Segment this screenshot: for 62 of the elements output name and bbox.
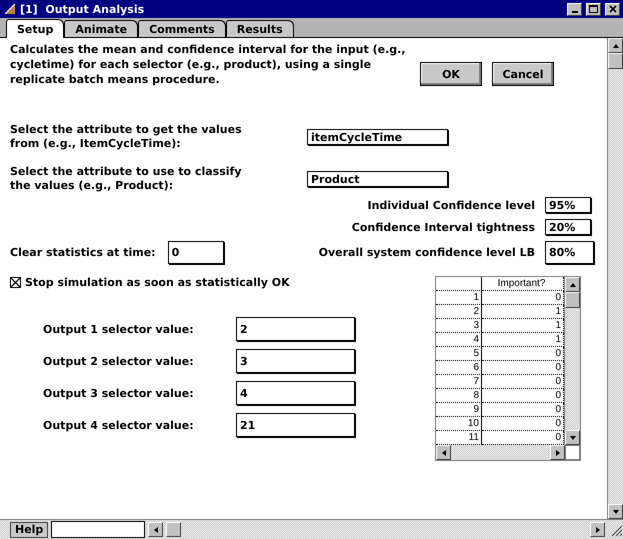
ok-button[interactable]: OK <box>420 62 482 86</box>
up-arrow-icon <box>612 42 620 50</box>
maximize-icon <box>589 5 598 13</box>
input-field[interactable]: 3 <box>236 349 355 373</box>
row-number: 5 <box>436 347 482 361</box>
checkbox[interactable] <box>10 277 21 288</box>
field-label: Individual Confidence level <box>366 198 535 212</box>
left-arrow-icon <box>152 526 160 534</box>
row-number: 1 <box>436 291 482 305</box>
up-arrow-icon <box>568 280 576 288</box>
description-text: Calculates the mean and confidence interval for the input (e.g., cycletime) for each selector (e.g., product), using a single replicate batch means procedure. <box>10 42 406 87</box>
tab[interactable]: Setup <box>6 19 64 38</box>
scroll-thumb[interactable] <box>166 522 182 537</box>
right-arrow-icon <box>594 526 602 534</box>
row-number: 3 <box>436 319 482 333</box>
field-label: Output 3 selector value: <box>43 386 195 400</box>
row-number: 8 <box>436 389 482 403</box>
scrollbar[interactable] <box>436 445 580 460</box>
field-label: Select the attribute to get the values from (e.g., ItemCycleTime): <box>10 123 243 151</box>
row-number: 9 <box>436 403 482 417</box>
field-label: Output 1 selector value: <box>43 322 195 336</box>
row-number: 7 <box>436 375 482 389</box>
close-button[interactable] <box>605 2 620 16</box>
help-button[interactable]: Help <box>10 522 48 538</box>
app-icon <box>4 3 16 15</box>
input-field[interactable]: Product <box>307 171 448 187</box>
header-cell <box>436 277 482 291</box>
input-field[interactable]: itemCycleTime <box>307 129 448 145</box>
input-field[interactable]: 80% <box>545 241 594 264</box>
input-field[interactable]: 21 <box>236 413 355 437</box>
down-arrow-icon <box>612 508 620 516</box>
field-label: Output 2 selector value: <box>43 354 195 368</box>
scroll-thumb[interactable] <box>608 53 623 69</box>
tab[interactable]: Results <box>226 20 294 37</box>
row-number: 4 <box>436 333 482 347</box>
scrollbar[interactable] <box>564 277 580 445</box>
input-field[interactable]: 0 <box>168 241 224 264</box>
field-label: Overall system confidence level LB <box>318 246 535 259</box>
minimize-button[interactable] <box>567 2 582 16</box>
field-label: Confidence Interval tightness <box>350 220 535 234</box>
scrollbar[interactable] <box>607 38 623 519</box>
close-icon <box>608 5 616 13</box>
input-field[interactable]: 95% <box>545 197 591 213</box>
tab[interactable]: Comments <box>138 20 226 37</box>
input-field[interactable]: 4 <box>236 381 355 405</box>
field-label: Output 4 selector value: <box>43 418 195 432</box>
cancel-button[interactable]: Cancel <box>492 62 554 86</box>
field-label: Select the attribute to use to classify the values (e.g., Product): <box>10 165 242 193</box>
field-label: Clear statistics at time: <box>10 246 156 259</box>
row-number: 10 <box>436 417 482 431</box>
scroll-thumb[interactable] <box>565 292 580 308</box>
down-arrow-icon <box>568 434 576 442</box>
tab[interactable]: Animate <box>64 20 138 37</box>
left-arrow-icon <box>440 448 448 456</box>
input-field[interactable]: 20% <box>545 219 591 235</box>
input-field[interactable]: 2 <box>236 317 355 341</box>
row-number: 2 <box>436 305 482 319</box>
maximize-button[interactable] <box>586 2 601 16</box>
row-number: 6 <box>436 361 482 375</box>
right-arrow-icon <box>554 448 562 456</box>
checkbox-label: Stop simulation as soon as statistically OK <box>25 276 290 289</box>
window-title: [1] Output Analysis <box>20 2 146 16</box>
